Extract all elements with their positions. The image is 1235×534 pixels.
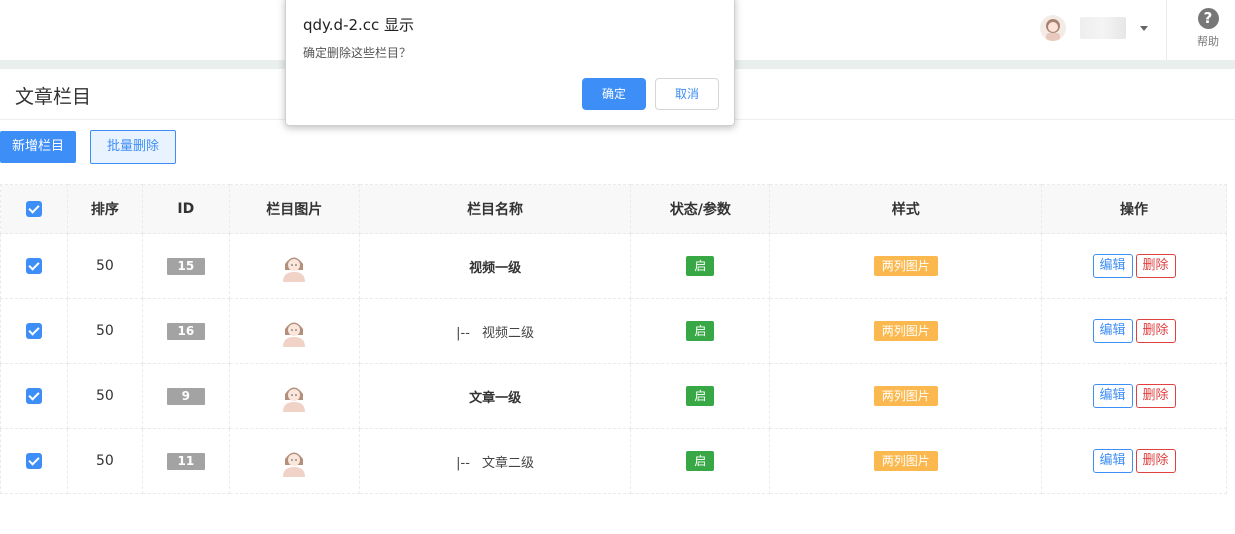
header-divider [1166, 0, 1167, 60]
help-icon: ? [1197, 8, 1219, 29]
column-header: 样式 [769, 184, 1043, 234]
user-menu[interactable] [1040, 12, 1148, 44]
column-header: 栏目图片 [228, 184, 360, 234]
column-header: 状态/参数 [630, 184, 771, 234]
column-header: 操作 [1041, 184, 1227, 234]
dialog-title: qdy.d-2.cc 显示 [303, 16, 415, 34]
sort-value: 50 [66, 363, 143, 429]
status-badge: 启 [686, 451, 715, 471]
dialog-message: 确定删除这些栏目？ [303, 46, 412, 60]
page-title: 文章栏目 [15, 86, 92, 108]
category-image [279, 250, 310, 282]
category-name: 视频一级 [469, 260, 522, 276]
row-checkbox[interactable] [25, 323, 42, 339]
edit-button[interactable]: 编辑 [1092, 254, 1133, 278]
sort-value: 50 [66, 298, 143, 364]
status-badge: 启 [686, 386, 715, 406]
category-name: 文章二级 [481, 455, 534, 471]
select-all-checkbox[interactable] [25, 201, 42, 217]
table-row: 50 11 |-- 文章二级 启 两列图片 编辑 删除 [0, 428, 1227, 494]
tree-prefix: |-- [456, 455, 470, 471]
style-badge: 两列图片 [873, 256, 938, 276]
table-header-row: 排序 ID 栏目图片 栏目名称 状态/参数 样式 操作 [0, 184, 1227, 234]
add-category-button[interactable]: 新增栏目 [0, 131, 76, 163]
chevron-down-icon[interactable] [1140, 25, 1148, 31]
id-badge: 11 [166, 452, 205, 470]
confirm-ok-button[interactable]: 确定 [582, 78, 646, 110]
confirm-cancel-button[interactable]: 取消 [655, 78, 719, 110]
category-name: 视频二级 [481, 325, 534, 341]
id-badge: 15 [166, 257, 205, 275]
category-table: 排序 ID 栏目图片 栏目名称 状态/参数 样式 操作 50 15 视频一级 启… [0, 184, 1227, 494]
confirm-dialog: qdy.d-2.cc 显示 确定删除这些栏目？ 确定 取消 [285, 0, 735, 126]
batch-delete-button[interactable]: 批量删除 [90, 130, 176, 164]
delete-button[interactable]: 删除 [1135, 319, 1176, 343]
help-label: 帮助 [1197, 35, 1219, 48]
category-image [279, 315, 310, 347]
user-name-redacted [1080, 17, 1126, 39]
table-row: 50 15 视频一级 启 两列图片 编辑 删除 [0, 233, 1227, 299]
select-all-cell [0, 184, 68, 234]
row-checkbox[interactable] [25, 388, 42, 404]
category-image [279, 380, 310, 412]
column-header: 排序 [66, 184, 143, 234]
sort-value: 50 [66, 428, 143, 494]
column-header: ID [141, 184, 230, 234]
status-badge: 启 [686, 256, 715, 276]
style-badge: 两列图片 [873, 386, 938, 406]
id-badge: 16 [166, 322, 205, 340]
delete-button[interactable]: 删除 [1135, 254, 1176, 278]
delete-button[interactable]: 删除 [1135, 449, 1176, 473]
edit-button[interactable]: 编辑 [1092, 384, 1133, 408]
status-badge: 启 [686, 321, 715, 341]
table-row: 50 9 文章一级 启 两列图片 编辑 删除 [0, 363, 1227, 429]
category-name: 文章一级 [469, 390, 522, 406]
row-checkbox[interactable] [25, 258, 42, 274]
edit-button[interactable]: 编辑 [1092, 319, 1133, 343]
edit-button[interactable]: 编辑 [1092, 449, 1133, 473]
tree-prefix: |-- [456, 325, 470, 341]
style-badge: 两列图片 [873, 451, 938, 471]
style-badge: 两列图片 [873, 321, 938, 341]
help-button[interactable]: ? 帮助 [1188, 8, 1228, 49]
category-image [279, 445, 310, 477]
row-checkbox[interactable] [25, 453, 42, 469]
sort-value: 50 [66, 233, 143, 299]
delete-button[interactable]: 删除 [1135, 384, 1176, 408]
table-row: 50 16 |-- 视频二级 启 两列图片 编辑 删除 [0, 298, 1227, 364]
user-avatar [1040, 15, 1066, 41]
id-badge: 9 [166, 387, 205, 405]
column-header: 栏目名称 [358, 184, 632, 234]
